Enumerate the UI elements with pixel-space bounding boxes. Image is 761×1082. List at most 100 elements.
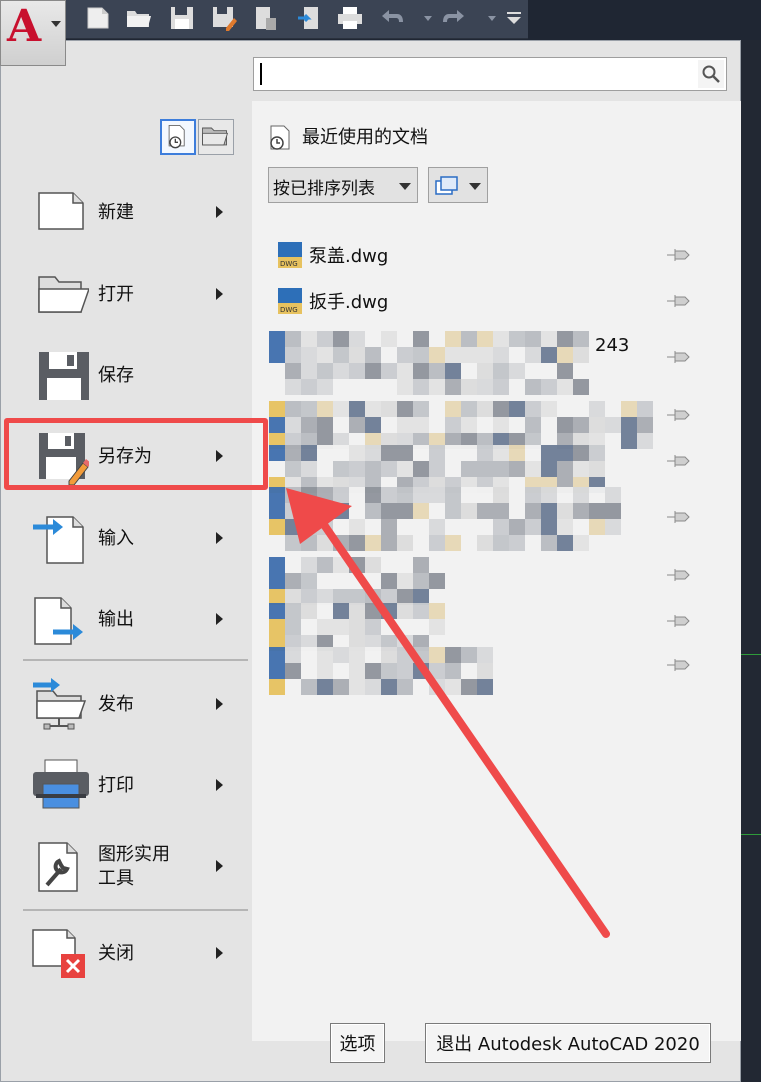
pixel-cell — [285, 347, 301, 363]
pixel-cell — [429, 363, 445, 379]
pin-icon[interactable] — [665, 405, 693, 425]
pixel-cell — [365, 647, 381, 663]
recent-documents-view-icon[interactable] — [160, 119, 196, 155]
menu-item-publish[interactable]: 发布 — [23, 669, 247, 741]
search-box[interactable] — [253, 57, 727, 91]
pixel-cell — [493, 445, 509, 461]
menu-item-new[interactable]: 新建 — [23, 177, 247, 249]
undo-dropdown-icon[interactable] — [414, 4, 432, 32]
save-as-icon[interactable] — [210, 4, 238, 32]
menu-item-import[interactable]: 输入 — [23, 503, 247, 575]
pixel-cell — [349, 487, 365, 503]
pixel-cell — [493, 347, 509, 363]
search-icon[interactable] — [698, 60, 724, 88]
pixel-cell — [301, 573, 317, 589]
pixel-cell — [621, 417, 637, 433]
pixel-cell — [493, 503, 509, 519]
pin-icon[interactable] — [665, 245, 693, 265]
pixel-cell — [301, 417, 317, 433]
pixel-cell — [333, 663, 349, 679]
pixel-cell — [605, 401, 621, 417]
pixel-cell — [445, 401, 461, 417]
pixel-cell — [461, 445, 477, 461]
pixel-cell — [301, 363, 317, 379]
pin-icon[interactable] — [665, 565, 693, 585]
menu-item-drawing-utilities[interactable]: 图形实用 工具 — [23, 831, 247, 903]
pixel-cell — [269, 331, 285, 347]
pixel-cell — [365, 417, 381, 433]
pixel-cell — [429, 401, 445, 417]
list-item[interactable]: 243 — [269, 331, 649, 395]
pixel-cell — [445, 663, 461, 679]
redo-dropdown-icon[interactable] — [478, 4, 496, 32]
pixel-cell — [381, 347, 397, 363]
pixel-cell — [557, 347, 573, 363]
menu-item-close[interactable]: 关闭 — [23, 918, 247, 990]
undo-icon[interactable] — [378, 4, 406, 32]
pixel-cell — [397, 347, 413, 363]
pixel-cell — [397, 503, 413, 519]
exit-autocad-button[interactable]: 退出 Autodesk AutoCAD 2020 — [425, 1023, 711, 1063]
list-item[interactable] — [269, 647, 649, 695]
pixel-cell — [525, 363, 541, 379]
pin-icon[interactable] — [665, 451, 693, 471]
save-icon[interactable] — [168, 4, 196, 32]
pixel-cell — [589, 487, 605, 503]
application-menu-button[interactable]: A — [0, 0, 66, 66]
display-mode-dropdown[interactable] — [428, 167, 488, 203]
menu-item-print[interactable]: 打印 — [23, 750, 247, 822]
pixel-cell — [525, 379, 541, 395]
open-documents-view-icon[interactable] — [198, 119, 234, 155]
list-item[interactable] — [269, 603, 649, 651]
pixel-cell — [413, 331, 429, 347]
pixel-cell — [525, 519, 541, 535]
pin-icon[interactable] — [665, 611, 693, 631]
customize-toolbar-icon[interactable] — [500, 4, 524, 32]
menu-item-save[interactable]: 保存 — [23, 340, 247, 412]
pixel-cell — [413, 417, 429, 433]
blurred-file-entry — [269, 445, 605, 493]
blurred-file-entry — [269, 331, 589, 395]
search-input[interactable] — [256, 60, 700, 88]
list-item[interactable] — [269, 487, 649, 551]
pixel-cell — [285, 619, 301, 635]
pixel-cell — [557, 487, 573, 503]
save-to-mobile-icon[interactable] — [296, 4, 324, 32]
pin-icon[interactable] — [665, 655, 693, 675]
menu-item-export[interactable]: 输出 — [23, 584, 247, 656]
list-item[interactable] — [269, 445, 649, 493]
pin-icon[interactable] — [665, 347, 693, 367]
open-icon[interactable] — [124, 4, 152, 32]
pin-icon[interactable] — [665, 291, 693, 311]
pixel-cell — [573, 461, 589, 477]
pixel-cell — [397, 603, 413, 619]
list-item[interactable] — [269, 401, 653, 449]
options-button[interactable]: 选项 — [330, 1023, 385, 1063]
pixel-cell — [269, 417, 285, 433]
icons-view-icon — [435, 176, 458, 195]
pixel-cell — [349, 503, 365, 519]
pixel-cell — [445, 347, 461, 363]
pixel-cell — [477, 679, 493, 695]
list-item[interactable]: DWG 扳手.dwg — [277, 285, 697, 315]
pixel-cell — [381, 417, 397, 433]
pixel-cell — [573, 445, 589, 461]
print-icon[interactable] — [336, 4, 364, 32]
redo-icon[interactable] — [440, 4, 468, 32]
pixel-cell — [477, 445, 493, 461]
pixel-cell — [541, 417, 557, 433]
pin-icon[interactable] — [665, 507, 693, 527]
pixel-cell — [477, 663, 493, 679]
list-item[interactable]: DWG 泵盖.dwg — [277, 239, 697, 269]
menu-item-open[interactable]: 打开 — [23, 259, 247, 331]
list-item[interactable] — [269, 557, 649, 605]
pixel-cell — [365, 535, 381, 551]
pixel-cell — [573, 519, 589, 535]
pixel-cell — [349, 401, 365, 417]
open-from-mobile-icon[interactable] — [252, 4, 280, 32]
new-icon[interactable] — [84, 4, 112, 32]
pixel-cell — [557, 379, 573, 395]
pixel-cell — [285, 535, 301, 551]
pixel-cell — [429, 557, 445, 573]
sort-dropdown[interactable]: 按已排序列表 — [268, 167, 418, 203]
